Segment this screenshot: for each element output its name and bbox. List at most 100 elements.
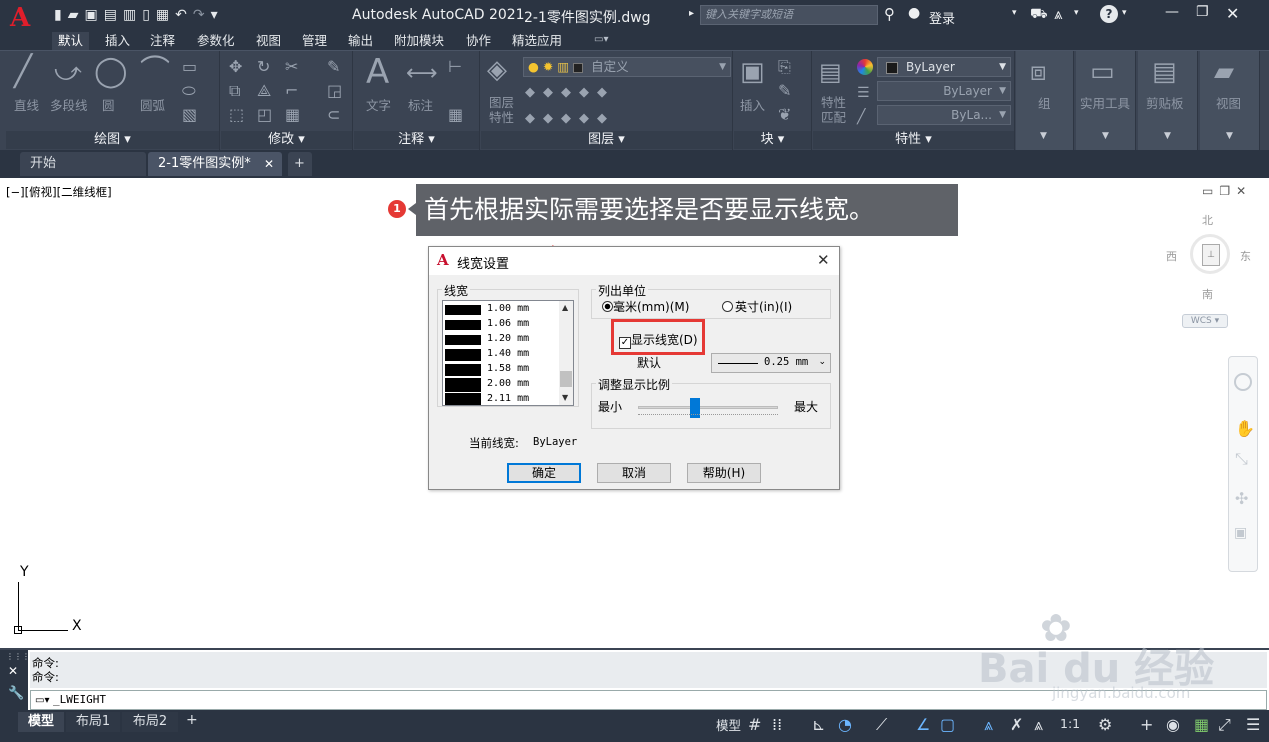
list-scrollbar[interactable]: ▲ ▼ (559, 301, 573, 405)
customize-menu-icon[interactable]: ☰ (1246, 716, 1260, 734)
isodraft-icon[interactable]: ⟋ (876, 716, 887, 734)
list-item[interactable]: 1.00 mm (445, 303, 557, 317)
polyline-icon[interactable]: ⤻ (54, 57, 82, 87)
scale-slider-track[interactable] (638, 398, 778, 418)
annotation-scale-value[interactable]: 1:1 (1060, 716, 1080, 731)
list-item[interactable]: 1.20 mm (445, 333, 557, 347)
line-icon[interactable]: ╱ (14, 57, 32, 87)
layout-tab-2[interactable]: 布局2 (122, 712, 178, 732)
a360-icon[interactable]: ⩓ (1054, 5, 1062, 23)
tab-manage[interactable]: 管理 (296, 32, 333, 50)
layout-tab-model[interactable]: 模型 (18, 712, 64, 732)
dimension-label[interactable]: 标注 (408, 95, 433, 114)
dialog-close-button[interactable]: ✕ (817, 251, 830, 269)
save-as-icon[interactable]: ▤ (104, 7, 123, 23)
close-button[interactable]: ✕ (1226, 4, 1239, 23)
tab-document[interactable]: 2-1零件图实例* ✕ (148, 152, 282, 176)
save-icon[interactable]: ▣ (85, 7, 104, 23)
tab-view[interactable]: 视图 (250, 32, 287, 50)
linetype-dropdown[interactable]: ByLayer ▼ (877, 81, 1011, 101)
snap-icon[interactable]: ⁞⁞ (772, 716, 782, 734)
steering-wheel-icon[interactable] (1234, 373, 1252, 391)
list-item[interactable]: 1.40 mm (445, 348, 557, 362)
list-item[interactable]: 2.11 mm (445, 393, 557, 405)
circle-label[interactable]: 圆 (102, 95, 115, 114)
units-in-radio[interactable]: 英寸(in)(I) (722, 298, 792, 315)
autocad-logo[interactable]: A (10, 4, 38, 32)
grid-icon[interactable]: # (748, 716, 761, 734)
layer-dropdown[interactable]: ● ✹ ▥ 自定义 ▼ (523, 57, 731, 77)
layer-properties-label[interactable]: 图层 特性 (489, 95, 514, 125)
lineweight-list[interactable]: 1.00 mm 1.06 mm 1.20 mm 1.40 mm 1.58 mm … (442, 300, 574, 406)
list-item[interactable]: 2.00 mm (445, 378, 557, 392)
viewport-window-controls[interactable]: ▭❐✕ (1202, 184, 1252, 198)
undo-icon[interactable]: ↶ (175, 7, 193, 23)
list-icon[interactable]: ☰ (857, 85, 870, 101)
tab-annotate[interactable]: 注释 (144, 32, 181, 50)
arc-icon[interactable]: ⌒ (140, 57, 170, 87)
panel-group[interactable]: ⧈ 组 ▼ (1016, 51, 1074, 151)
line-label[interactable]: 直线 (14, 95, 39, 114)
redo-icon[interactable]: ↷ (193, 7, 211, 23)
osnap-icon[interactable]: ∠ (916, 716, 930, 734)
tab-start[interactable]: 开始 (20, 152, 146, 176)
view-cube-face[interactable]: ⊥ (1202, 244, 1220, 266)
layer-tools-row1[interactable]: ◆◆◆◆◆ (525, 85, 615, 101)
grip-icon[interactable]: ⋮⋮⋮ (6, 652, 30, 661)
color-wheel-icon[interactable] (857, 59, 873, 75)
orbit-icon[interactable]: ✣ (1235, 489, 1248, 508)
annotation-scale-icon[interactable]: ⩓ (984, 716, 993, 734)
customize-icon[interactable]: ▾ (211, 7, 224, 23)
a360-dropdown-icon[interactable]: ▾ (1074, 8, 1079, 18)
help-icon[interactable]: ? (1100, 5, 1118, 23)
fillet-icon[interactable]: ⌐ (285, 83, 298, 99)
lineweight-dropdown[interactable]: ByLa... ▼ (877, 105, 1011, 125)
panel-utilities[interactable]: ▭ 实用工具 ▼ (1076, 51, 1136, 151)
text-label[interactable]: 文字 (366, 95, 391, 114)
isolate-icon[interactable]: ◉ (1166, 716, 1180, 734)
dimension-icon[interactable]: ⟷ (406, 59, 438, 89)
restore-button[interactable]: ❐ (1196, 4, 1209, 20)
tab-collaborate[interactable]: 协作 (460, 32, 497, 50)
ribbon-options-icon[interactable]: ▭▾ (594, 34, 618, 47)
rotate-icon[interactable]: ↻ (257, 59, 270, 75)
mobile-icon[interactable]: ▯ (142, 7, 156, 23)
help-button[interactable]: 帮助(H) (687, 463, 761, 483)
minimize-button[interactable]: — (1165, 4, 1179, 20)
create-block-icon[interactable]: ⎘ (778, 59, 791, 75)
panel-modify-title[interactable]: 修改 ▾ (221, 131, 352, 149)
fullscreen-icon[interactable]: ⤢ (1218, 716, 1231, 734)
panel-view[interactable]: ▰ 视图 ▼ (1200, 51, 1260, 151)
match-properties-label[interactable]: 特性 匹配 (821, 95, 846, 125)
mirror-icon[interactable]: ⟁ (257, 83, 271, 99)
transparency-icon[interactable]: ╱ (857, 109, 865, 125)
plus-icon[interactable]: + (1140, 716, 1153, 734)
scroll-thumb[interactable] (560, 371, 572, 387)
text-icon[interactable]: A (366, 55, 389, 89)
customize-icon[interactable]: 🔧 (8, 686, 24, 701)
expand-icon[interactable]: ▸ (689, 8, 694, 19)
circle-icon[interactable]: ◯ (94, 57, 128, 87)
annotation-visibility-icon[interactable]: ✗ (1010, 716, 1023, 734)
tab-parametric[interactable]: 参数化 (191, 32, 241, 50)
scroll-up-icon[interactable]: ▲ (562, 303, 568, 312)
tab-home[interactable]: 默认 (52, 32, 90, 50)
trim-icon[interactable]: ✂ (285, 59, 298, 75)
gear-icon[interactable]: ⚙ (1098, 716, 1112, 734)
cancel-button[interactable]: 取消 (597, 463, 671, 483)
hatch-icon[interactable]: ⬭ (182, 83, 196, 99)
ortho-icon[interactable]: ⊾ (812, 716, 825, 734)
search-input[interactable]: 键入关键字或短语 (700, 5, 878, 25)
explode-icon[interactable]: ◲ (327, 83, 342, 99)
edit-block-icon[interactable]: ✎ (778, 83, 791, 99)
match-properties-icon[interactable]: ▤ (819, 57, 842, 87)
panel-properties-title[interactable]: 特性 ▾ (813, 131, 1014, 149)
erase-icon[interactable]: ✎ (327, 59, 340, 75)
model-space-button[interactable]: 模型 (716, 715, 741, 734)
tab-insert[interactable]: 插入 (99, 32, 136, 50)
add-layout-button[interactable]: + (186, 712, 198, 728)
zoom-icon[interactable]: ⤡ (1235, 449, 1248, 469)
auto-scale-icon[interactable]: ⩓ (1034, 716, 1043, 734)
pan-icon[interactable]: ✋ (1235, 419, 1255, 438)
web-icon[interactable]: ▥ (123, 7, 142, 23)
